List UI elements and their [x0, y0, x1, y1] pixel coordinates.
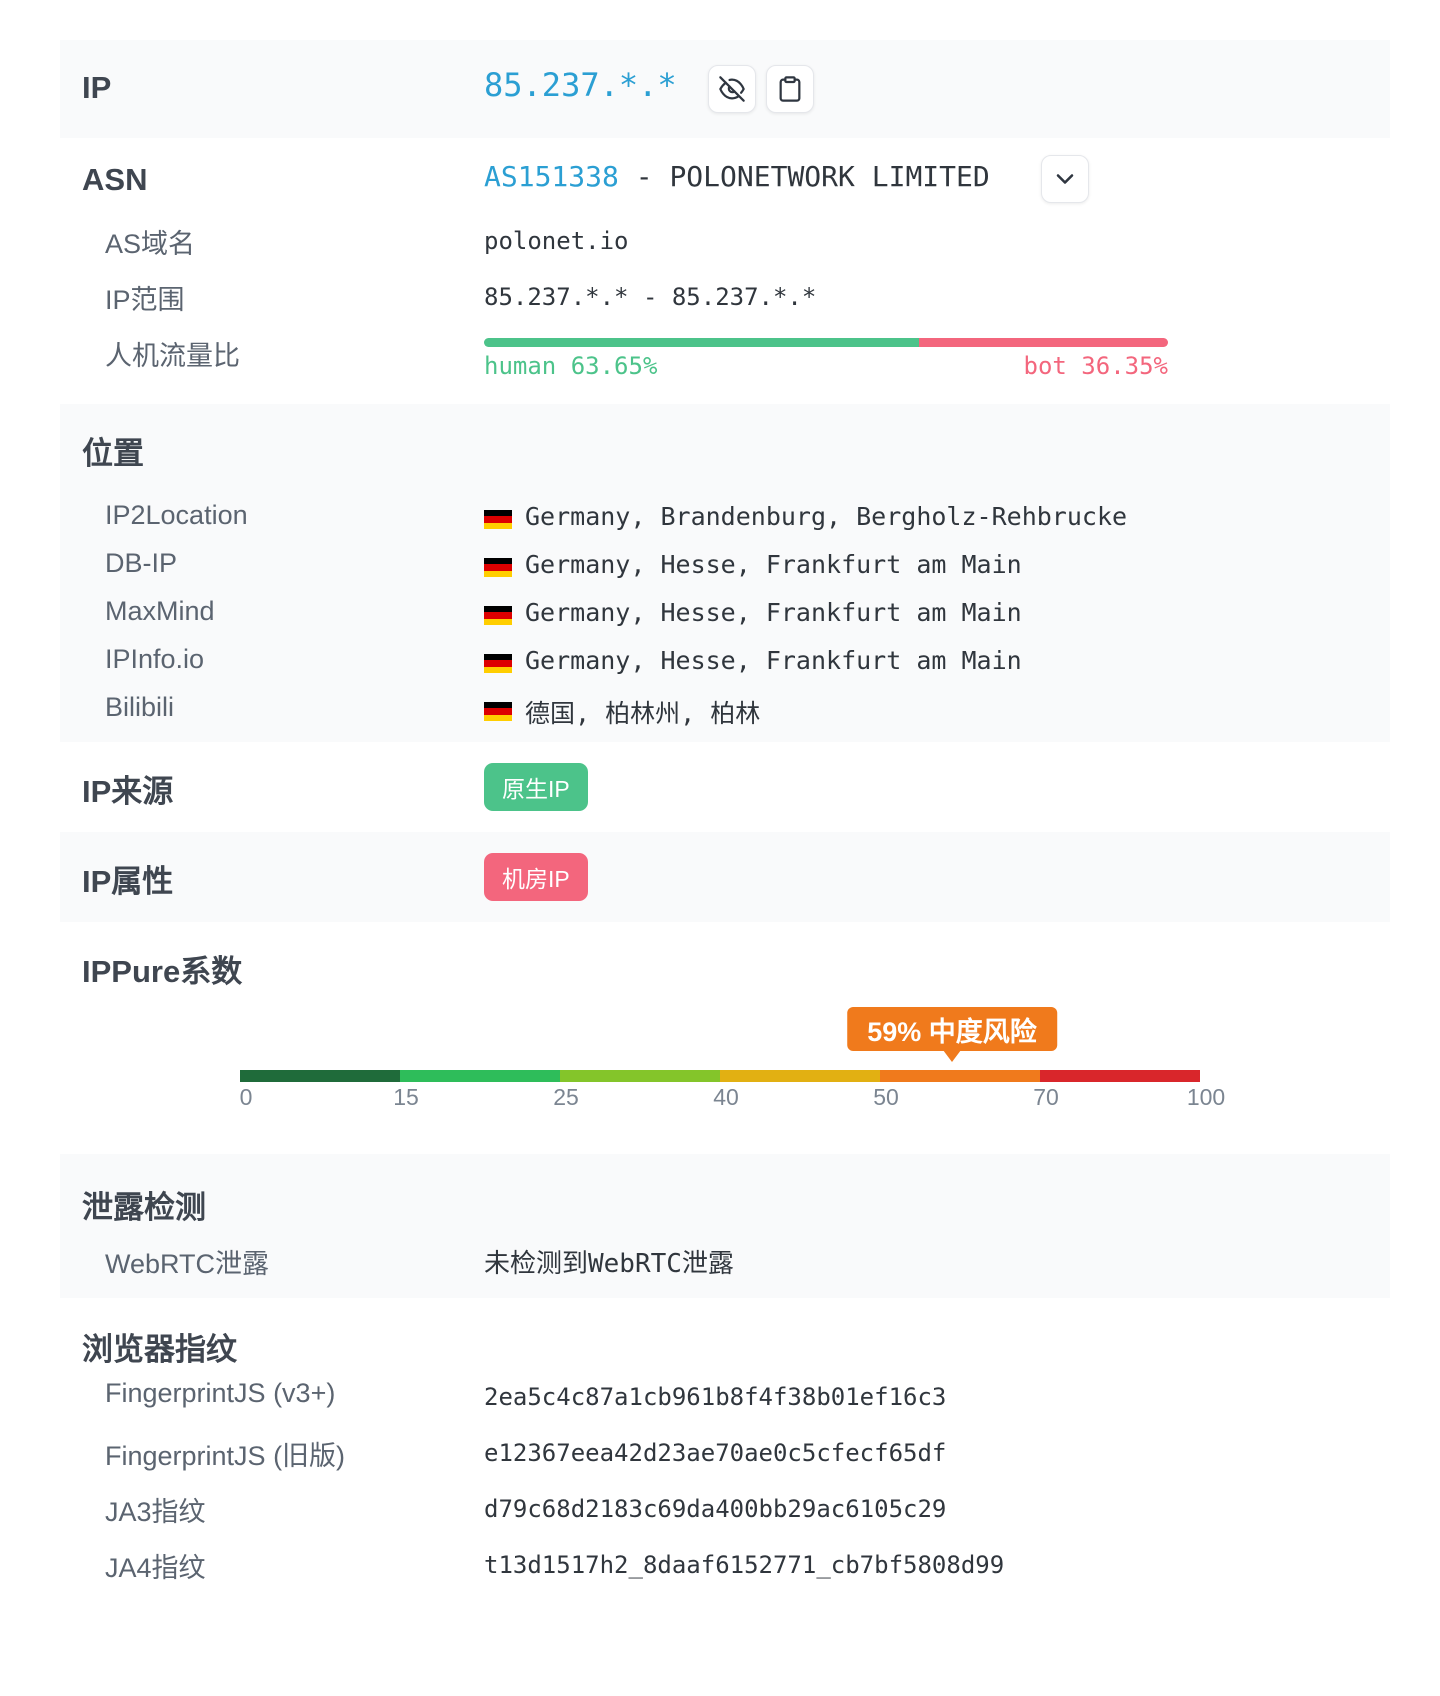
risk-scale-segment: [240, 1070, 400, 1082]
ip-source-label: IP来源: [82, 774, 174, 809]
location-source-label: DB-IP: [105, 548, 178, 578]
risk-scale-bar: [240, 1070, 1200, 1082]
leak-section: 泄露检测 WebRTC泄露 未检测到WebRTC泄露: [60, 1154, 1390, 1298]
traffic-ratio-bar: [484, 338, 1168, 347]
fingerprint-section: 浏览器指纹 FingerprintJS (v3+) 2ea5c4c87a1cb96…: [60, 1298, 1390, 1598]
location-row: Bilibili 德国, 柏林州, 柏林: [60, 688, 1390, 732]
risk-scale-tick: 50: [873, 1084, 899, 1110]
as-domain-label: AS域名: [105, 229, 196, 259]
asn-expand-button[interactable]: [1041, 155, 1089, 203]
asn-number-link[interactable]: AS151338: [484, 160, 619, 193]
bot-ratio-fill: [919, 338, 1168, 347]
location-source-label: MaxMind: [105, 596, 215, 626]
location-value: Germany, Brandenburg, Bergholz-Rehbrucke: [525, 502, 1128, 531]
as-domain-value: polonet.io: [484, 227, 629, 255]
germany-flag-icon: [484, 510, 512, 529]
germany-flag-icon: [484, 606, 512, 625]
location-value: Germany, Hesse, Frankfurt am Main: [525, 598, 1022, 627]
risk-score-badge: 59% 中度风险: [847, 1007, 1057, 1051]
location-section: 位置 IP2Location Germany, Brandenburg, Berg…: [60, 404, 1390, 742]
fingerprint-hash: d79c68d2183c69da400bb29ac6105c29: [484, 1495, 947, 1523]
location-source-label: IPInfo.io: [105, 644, 205, 674]
fingerprint-label: 浏览器指纹: [82, 1332, 237, 1367]
asn-value: AS151338 - POLONETWORK LIMITED: [484, 160, 990, 193]
risk-scale-segment: [880, 1070, 1040, 1082]
fingerprint-name: FingerprintJS (旧版): [105, 1441, 346, 1471]
risk-scale-tick: 40: [713, 1084, 739, 1110]
risk-scale-segment: [400, 1070, 560, 1082]
location-value: 德国, 柏林州, 柏林: [525, 699, 761, 728]
ip-row: IP 85.237.*.*: [60, 40, 1390, 138]
risk-scale-segment: [720, 1070, 880, 1082]
risk-scale-tick: 0: [239, 1084, 253, 1110]
location-row: DB-IP Germany, Hesse, Frankfurt am Main: [60, 544, 1390, 588]
ip-source-row: IP来源 原生IP: [60, 742, 1390, 832]
location-row: IP2Location Germany, Brandenburg, Berghol…: [60, 496, 1390, 540]
location-label: 位置: [82, 436, 144, 471]
chevron-down-icon: [1056, 174, 1074, 184]
location-source-label: Bilibili: [105, 692, 175, 722]
risk-scale-tick: 70: [1033, 1084, 1059, 1110]
germany-flag-icon: [484, 702, 512, 721]
fingerprint-name: FingerprintJS (v3+): [105, 1378, 336, 1408]
leak-label: 泄露检测: [82, 1190, 206, 1225]
location-value: Germany, Hesse, Frankfurt am Main: [525, 550, 1022, 579]
eye-off-icon: [719, 76, 745, 102]
fingerprint-hash: e12367eea42d23ae70ae0c5cfecf65df: [484, 1439, 947, 1467]
germany-flag-icon: [484, 654, 512, 673]
fingerprint-hash: 2ea5c4c87a1cb961b8f4f38b01ef16c3: [484, 1383, 947, 1411]
risk-scale-segment: [560, 1070, 720, 1082]
fingerprint-name: JA4指纹: [105, 1553, 206, 1583]
risk-score-pointer: [943, 1050, 961, 1062]
clipboard-icon: [779, 76, 801, 102]
risk-scale-tick: 100: [1186, 1084, 1226, 1110]
location-value: Germany, Hesse, Frankfurt am Main: [525, 646, 1022, 675]
ip-value: 85.237.*.*: [484, 66, 677, 104]
webrtc-value: 未检测到WebRTC泄露: [484, 1249, 734, 1279]
risk-scale-segment: [1040, 1070, 1200, 1082]
traffic-ratio-label: 人机流量比: [105, 341, 240, 371]
location-source-label: IP2Location: [105, 500, 248, 530]
location-row: MaxMind Germany, Hesse, Frankfurt am Main: [60, 592, 1390, 636]
bot-ratio-text: bot 36.35%: [1023, 352, 1169, 380]
fingerprint-name: JA3指纹: [105, 1497, 206, 1527]
asn-org: POLONETWORK LIMITED: [669, 160, 990, 193]
ippure-label: IPPure系数: [82, 954, 243, 989]
toggle-visibility-button[interactable]: [708, 65, 756, 113]
fingerprint-hash: t13d1517h2_8daaf6152771_cb7bf5808d99: [484, 1551, 1005, 1579]
copy-ip-button[interactable]: [766, 65, 814, 113]
datacenter-ip-badge: 机房IP: [484, 853, 588, 901]
ip-attribute-row: IP属性 机房IP: [60, 832, 1390, 922]
ip-attribute-label: IP属性: [82, 864, 174, 899]
location-row: IPInfo.io Germany, Hesse, Frankfurt am Ma…: [60, 640, 1390, 684]
native-ip-badge: 原生IP: [484, 763, 588, 811]
asn-label: ASN: [82, 162, 148, 197]
germany-flag-icon: [484, 558, 512, 577]
asn-separator: -: [618, 160, 670, 193]
ip-range-label: IP范围: [105, 285, 185, 315]
webrtc-label: WebRTC泄露: [105, 1249, 270, 1279]
human-ratio-text: human 63.65%: [484, 352, 658, 380]
human-ratio-fill: [484, 338, 920, 347]
risk-scale-tick: 25: [553, 1084, 579, 1110]
risk-scale-tick: 15: [393, 1084, 419, 1110]
risk-scale-ticks: 0 15 25 40 50 70 100: [239, 1082, 1226, 1112]
ip-range-value: 85.237.*.* - 85.237.*.*: [484, 283, 817, 311]
asn-section: ASN AS151338 - POLONETWORK LIMITED AS域名 …: [60, 138, 1390, 404]
ip-label: IP: [82, 70, 112, 105]
ippure-section: IPPure系数: [60, 922, 1390, 1154]
